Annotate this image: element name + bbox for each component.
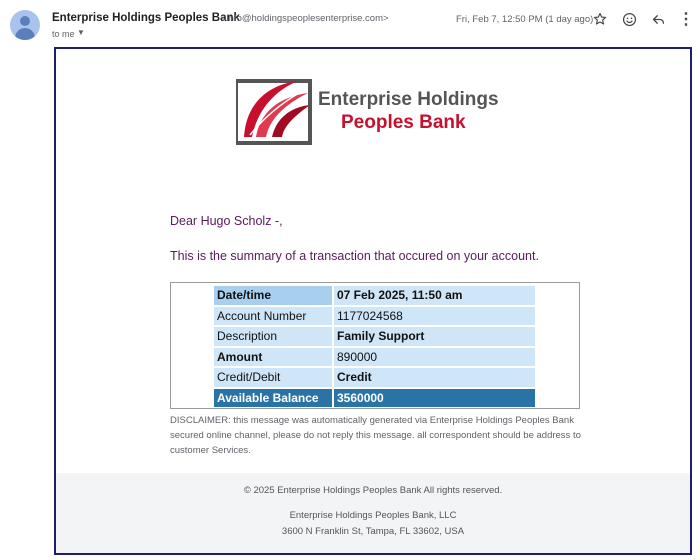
table-row: Date/time 07 Feb 2025, 11:50 am — [214, 286, 535, 305]
table-row: Credit/Debit Credit — [214, 368, 535, 387]
more-vertical-icon[interactable]: ⋮ — [676, 9, 696, 29]
row-value: 1177024568 — [334, 306, 535, 325]
row-value: 07 Feb 2025, 11:50 am — [334, 286, 535, 305]
email-body-frame: Enterprise Holdings Peoples Bank Dear Hu… — [54, 47, 692, 555]
sender-name[interactable]: Enterprise Holdings Peoples Bank — [52, 12, 240, 24]
logo-text-line1: Enterprise Holdings — [318, 89, 499, 110]
table-row: Account Number 1177024568 — [214, 306, 535, 325]
bank-logo-icon — [236, 79, 312, 145]
reply-icon[interactable] — [648, 9, 668, 29]
email-header: Enterprise Holdings Peoples Bank <info@h… — [0, 0, 700, 46]
table-row: Description Family Support — [214, 327, 535, 346]
row-value: Family Support — [334, 327, 535, 346]
greeting-text: Dear Hugo Scholz -, — [170, 214, 283, 228]
table-row: Amount 890000 — [214, 347, 535, 366]
row-label: Date/time — [214, 286, 332, 305]
row-label: Description — [214, 327, 332, 346]
email-date: Fri, Feb 7, 12:50 PM (1 day ago) — [456, 14, 594, 25]
transaction-summary-box: Date/time 07 Feb 2025, 11:50 am Account … — [170, 282, 580, 409]
row-label: Credit/Debit — [214, 368, 332, 387]
summary-text: This is the summary of a transaction tha… — [170, 249, 539, 263]
row-label: Account Number — [214, 306, 332, 325]
table-row: Available Balance 3560000 — [214, 388, 535, 407]
row-label: Amount — [214, 347, 332, 366]
row-value: 3560000 — [334, 388, 535, 407]
company-name: Enterprise Holdings Peoples Bank, LLC — [289, 510, 457, 521]
email-footer: © 2025 Enterprise Holdings Peoples Bank … — [56, 473, 690, 553]
recipient-label: to me — [52, 29, 75, 39]
sender-email: <info@holdingspeoplesenterprise.com> — [221, 13, 389, 24]
company-address: 3600 N Franklin St, Tampa, FL 33602, USA — [281, 526, 465, 537]
transaction-table: Date/time 07 Feb 2025, 11:50 am Account … — [212, 284, 537, 409]
recipient-details-dropdown-icon[interactable]: ▼ — [77, 28, 85, 37]
star-icon[interactable] — [590, 9, 610, 29]
row-value: 890000 — [334, 347, 535, 366]
person-avatar-icon[interactable] — [10, 10, 40, 40]
row-value: Credit — [334, 368, 535, 387]
copyright-text: © 2025 Enterprise Holdings Peoples Bank … — [243, 485, 503, 496]
disclaimer-text: DISCLAIMER: this message was automatical… — [170, 415, 581, 456]
row-label: Available Balance — [214, 388, 332, 407]
logo-text-line2: Peoples Bank — [341, 112, 466, 133]
emoji-icon[interactable] — [619, 9, 639, 29]
